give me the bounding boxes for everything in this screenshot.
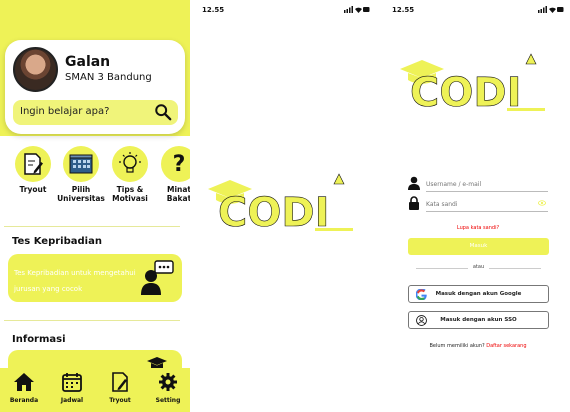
- nav-beranda[interactable]: Beranda: [2, 372, 46, 404]
- or-text: atau: [472, 264, 485, 270]
- nav-tryout[interactable]: Tryout: [98, 372, 142, 404]
- forgot-password-link[interactable]: Lupa kata sandi?: [386, 225, 570, 231]
- profile-card: Galan SMAN 3 Bandung Ingin belajar apa?: [5, 40, 185, 134]
- menu-item-pilih-universitas[interactable]: Pilih Universitas: [56, 146, 106, 203]
- google-login-label: Masuk dengan akun Google: [435, 291, 522, 297]
- university-building-icon: [69, 154, 93, 174]
- document-edit-icon: [24, 153, 43, 175]
- status-bar: 12.55: [196, 6, 376, 18]
- register-link[interactable]: Daftar sekarang: [486, 343, 526, 349]
- home-screen: Galan SMAN 3 Bandung Ingin belajar apa? …: [0, 0, 190, 412]
- personality-test-card[interactable]: Tes Kepribadian untuk mengetahui jurusan…: [8, 254, 182, 302]
- gear-icon: [159, 373, 177, 391]
- user-icon: [408, 176, 420, 190]
- or-separator: atau: [408, 264, 549, 272]
- status-time: 12.55: [392, 6, 415, 14]
- splash-screen: 12.55 CODI: [196, 0, 376, 412]
- password-field[interactable]: [426, 198, 548, 212]
- section-title-informasi: Informasi: [12, 334, 66, 345]
- user-school: SMAN 3 Bandung: [65, 72, 152, 83]
- nav-label: Tryout: [109, 397, 131, 404]
- menu-item-tryout[interactable]: Tryout: [8, 146, 58, 194]
- password-row: [408, 196, 550, 214]
- feature-menu: Tryout Pilih Universitas Tips & Motivasi…: [0, 146, 190, 216]
- eye-icon[interactable]: [538, 200, 546, 206]
- status-time: 12.55: [202, 6, 225, 14]
- search-icon[interactable]: [154, 103, 172, 121]
- login-screen: 12.55 CODI Lup: [386, 0, 570, 412]
- codi-logo: CODI: [208, 173, 353, 234]
- codi-logo: CODI: [400, 53, 545, 114]
- status-icons: [538, 6, 564, 15]
- nav-label: Jadwal: [60, 397, 84, 404]
- nav-setting[interactable]: Setting: [146, 372, 190, 404]
- username-row: [408, 176, 550, 194]
- username-field[interactable]: [426, 178, 548, 192]
- nav-label: Setting: [155, 397, 181, 404]
- menu-label: Tryout: [19, 185, 47, 194]
- avatar[interactable]: [13, 47, 58, 92]
- calendar-icon: [62, 373, 82, 392]
- sso-login-button[interactable]: Masuk dengan akun SSO: [408, 311, 549, 329]
- divider: [4, 226, 180, 227]
- lightbulb-icon: [119, 152, 141, 173]
- register-prompt-text: Belum memiliki akun?: [429, 343, 485, 349]
- status-bar: 12.55: [386, 6, 570, 18]
- personality-test-description: Tes Kepribadian untuk mengetahui jurusan…: [14, 269, 136, 293]
- menu-label: Tips & Motivasi: [112, 185, 148, 203]
- person-chat-icon: [141, 260, 174, 295]
- sso-login-label: Masuk dengan akun SSO: [440, 317, 517, 323]
- divider: [4, 320, 180, 321]
- menu-label: Minat Bakat: [166, 185, 190, 203]
- separator-line: [489, 268, 541, 269]
- bottom-navigation: Beranda Jadwal Tryout Setting: [0, 368, 190, 412]
- register-prompt: Belum memiliki akun? Daftar sekarang: [386, 343, 570, 349]
- section-title-tes-kepribadian: Tes Kepribadian: [12, 236, 102, 247]
- nav-jadwal[interactable]: Jadwal: [50, 372, 94, 404]
- logo-text: CODI: [410, 70, 521, 114]
- login-button[interactable]: Masuk: [408, 238, 549, 255]
- status-icons: [344, 6, 370, 15]
- user-name: Galan: [65, 54, 111, 70]
- lock-icon: [409, 196, 419, 210]
- menu-item-tips-motivasi[interactable]: Tips & Motivasi: [105, 146, 155, 203]
- question-mark-icon: ?: [172, 151, 186, 177]
- search-placeholder: Ingin belajar apa?: [20, 106, 110, 117]
- search-input[interactable]: Ingin belajar apa?: [13, 100, 178, 125]
- menu-item-minat-bakat[interactable]: ? Minat Bakat: [154, 146, 190, 203]
- home-icon: [14, 373, 34, 391]
- logo-text: CODI: [218, 190, 329, 234]
- menu-label: Pilih Universitas: [57, 185, 105, 203]
- google-login-button[interactable]: Masuk dengan akun Google: [408, 285, 549, 303]
- document-edit-icon: [112, 372, 128, 392]
- nav-label: Beranda: [9, 397, 39, 404]
